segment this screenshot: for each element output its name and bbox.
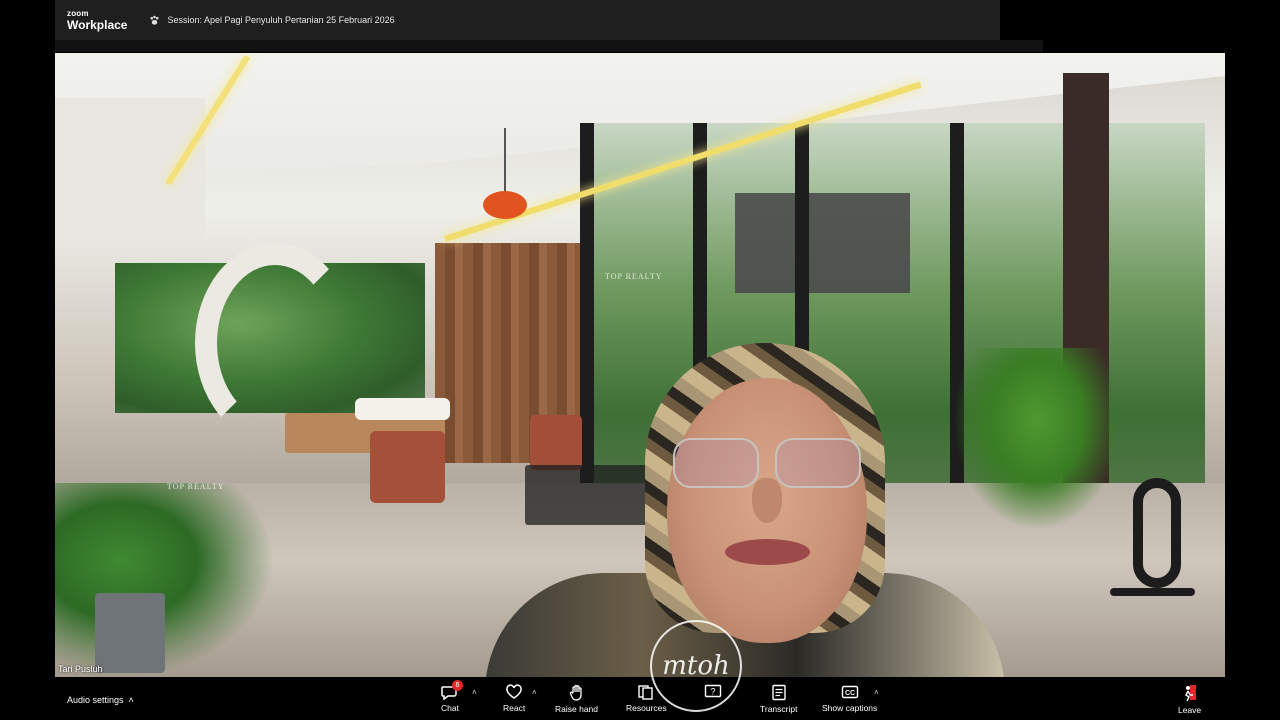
brand-large: Workplace [67, 17, 128, 32]
watermark: TOP REALTY [605, 272, 663, 281]
raise-hand-icon [569, 684, 582, 701]
chat-label: Chat [441, 703, 459, 713]
potted-plant [55, 483, 275, 677]
brand-small: zoom [67, 8, 89, 18]
signature-watermark: mtoh [650, 620, 742, 712]
leave-button[interactable]: Leave [1178, 684, 1201, 715]
transcript-button[interactable]: Transcript [760, 684, 797, 714]
pendant-wire [504, 128, 506, 193]
watermark: TOP REALTY [167, 482, 225, 491]
signature-mark: mtoh [662, 651, 730, 681]
svg-text:CC: CC [845, 690, 855, 697]
title-bar-shadow [55, 40, 1043, 52]
plant-pot [95, 593, 165, 673]
caret-up-icon[interactable]: ˄ [472, 688, 477, 697]
show-captions-label: Show captions [822, 703, 878, 713]
caret-up-icon[interactable]: ˄ [532, 688, 537, 697]
leave-icon [1184, 685, 1196, 702]
resources-label: Resources [626, 703, 667, 713]
react-button[interactable]: React [503, 684, 525, 713]
caret-up-icon[interactable]: ˄ [874, 688, 879, 697]
transcript-icon [772, 684, 786, 701]
react-heart-icon [506, 684, 522, 699]
session-info: Session: Apel Pagi Penyuluh Pertanian 25… [149, 15, 395, 26]
hanging-plant [955, 348, 1120, 528]
show-captions-button[interactable]: CC Show captions [822, 684, 877, 713]
participant-name-label: Tari Pusluh [58, 664, 103, 674]
meeting-title-bar: zoom Workplace Session: Apel Pagi Penyul… [55, 0, 1000, 40]
left-wall [55, 98, 205, 243]
chat-badge: 6 [452, 680, 463, 691]
captions-icon: CC [841, 685, 858, 699]
audio-settings-label: Audio settings [67, 695, 124, 705]
transcript-label: Transcript [760, 704, 798, 714]
meeting-toolbar: Audio settings ˄ 6 Chat ˄ React ˄ Raise … [55, 677, 1225, 720]
zoom-logo: zoom Workplace [67, 8, 128, 32]
armchair [530, 415, 582, 470]
glasses-lens [775, 438, 861, 488]
paw-icon [150, 15, 160, 25]
leave-label: Leave [1178, 705, 1202, 715]
participant-video[interactable]: TOP REALTY TOP REALTY [55, 53, 1225, 677]
pendant-lamp [483, 191, 527, 219]
armchair [370, 431, 445, 503]
audio-settings-button[interactable]: Audio settings ˄ [67, 695, 134, 705]
floor-fan [1133, 478, 1181, 588]
chat-button[interactable]: 6 Chat [441, 680, 463, 713]
glasses-lens [673, 438, 759, 488]
session-title: Session: Apel Pagi Penyuluh Pertanian 25… [167, 15, 395, 25]
react-label: React [503, 703, 526, 713]
person-mouth [725, 539, 810, 565]
fan-base [1110, 588, 1195, 596]
caret-up-icon: ˄ [128, 695, 134, 705]
person-nose [752, 478, 782, 523]
raise-hand-button[interactable]: Raise hand [555, 684, 598, 714]
cushions [355, 398, 450, 420]
raise-hand-label: Raise hand [555, 704, 599, 714]
outside-building [735, 193, 910, 293]
resources-icon [638, 685, 654, 700]
